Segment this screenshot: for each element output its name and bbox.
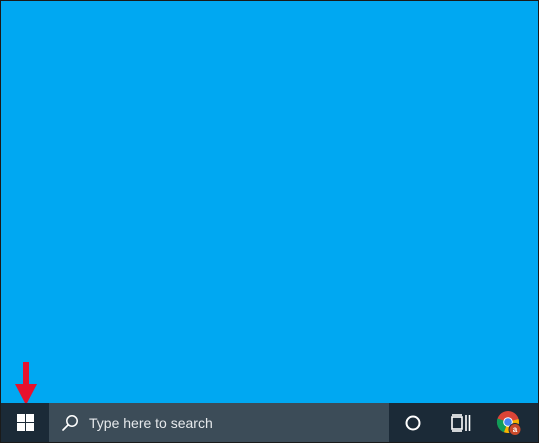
task-view-icon (451, 413, 471, 432)
task-view-button[interactable] (437, 403, 485, 442)
chrome-icon: a (496, 410, 522, 436)
taskbar-search-box[interactable]: Type here to search (49, 403, 389, 442)
cortana-button[interactable] (389, 403, 437, 442)
taskbar-app-chrome[interactable]: a (485, 403, 533, 442)
search-icon (62, 414, 78, 431)
cortana-circle-icon (405, 415, 421, 430)
desktop-background (1, 1, 538, 403)
start-button[interactable] (1, 403, 49, 442)
screen: Type here to search a (0, 0, 539, 443)
windows-logo-icon (16, 414, 34, 431)
taskbar: Type here to search a (1, 403, 538, 442)
search-placeholder: Type here to search (89, 414, 213, 431)
chrome-profile-badge: a (513, 425, 518, 434)
